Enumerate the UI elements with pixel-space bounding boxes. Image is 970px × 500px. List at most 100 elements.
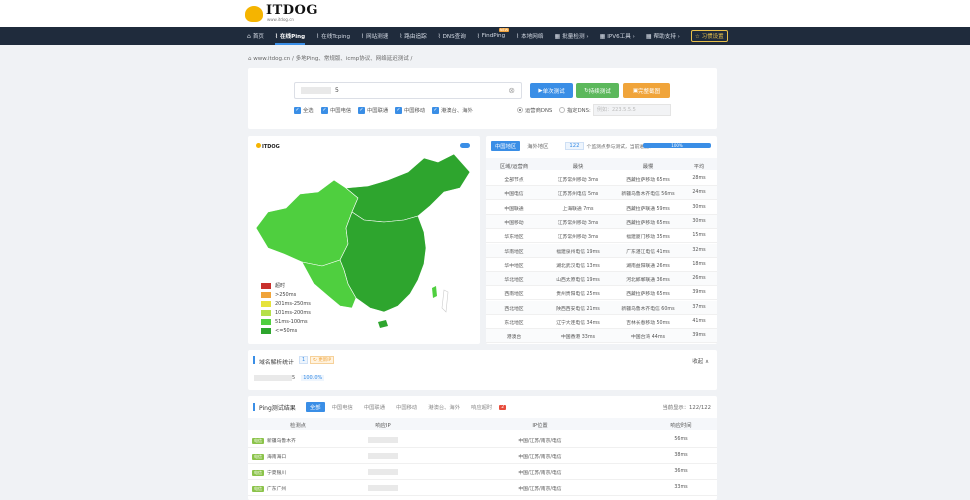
radio-icon: [559, 107, 565, 113]
legend-swatch: [261, 300, 271, 307]
table-cell: 辽宁大连电信 34ms: [556, 321, 600, 326]
dns-operator-radio[interactable]: 运营商DNS: [517, 106, 552, 114]
filter-label: 港澳台、海外: [441, 108, 473, 114]
ping-row: 电信 新疆乌鲁木齐 中国/江苏/南京/电信 56ms: [248, 432, 717, 448]
grid-icon: ▦: [599, 32, 606, 40]
filter-checkbox-1[interactable]: ✓ 中国电信: [321, 106, 351, 114]
table-cell: 西藏拉萨联通 59ms: [626, 206, 670, 212]
table-row: 华北地区 山西太原电信 19ms 河北邯郸联通 36ms 26ms: [486, 272, 717, 287]
col-time: 响应时间: [670, 423, 692, 429]
node-name: 宁夏银川: [267, 471, 287, 476]
resolve-count: 1: [299, 356, 309, 364]
ping-tab-5[interactable]: 响应超时: [467, 402, 496, 412]
table-cell: 江苏常州移动 3ms: [557, 220, 599, 226]
nav-item-1[interactable]: ⌇ 在线Ping: [275, 32, 306, 45]
nav-item-5[interactable]: ⌇ DNS查询: [438, 32, 466, 41]
pulse-icon: ⌇: [316, 32, 320, 40]
table-cell: 新疆乌鲁木齐电信 60ms: [621, 306, 675, 312]
tab-overseas[interactable]: 海外地区: [523, 141, 552, 151]
new-badge: NEW: [498, 27, 510, 32]
single-test-button[interactable]: ▶ 单次测试: [530, 83, 573, 98]
collapse-button[interactable]: 收起 ∧: [692, 357, 709, 365]
logo-title: ITDOG: [266, 3, 318, 18]
target-input[interactable]: 5 ⊗: [294, 82, 522, 99]
legend-label: 超时: [275, 283, 286, 289]
ping-tab-2[interactable]: 中国联通: [360, 402, 389, 412]
table-cell: 湖南益阳联通 26ms: [626, 263, 670, 269]
nav-label: DNS查询: [442, 34, 466, 40]
ping-table-header: 检测点 响应IP IP位置 响应时间: [248, 418, 717, 430]
filter-checkbox-0[interactable]: ✓ 全选: [294, 106, 314, 114]
timeout-badge: 2: [499, 404, 507, 410]
table-cell: 中国电信: [504, 192, 524, 198]
legend-item: >250ms: [261, 290, 311, 299]
table-cell: 39ms: [692, 333, 706, 339]
site-logo[interactable]: ITDOG www.itdog.cn: [245, 3, 318, 22]
redacted-ip: [368, 485, 398, 491]
dns-custom-radio[interactable]: 指定DNS:: [559, 106, 591, 114]
dns-input[interactable]: 例如：223.5.5.5: [593, 104, 671, 116]
screenshot-button[interactable]: ▣ 完整截图: [623, 83, 670, 98]
redacted-host: [301, 87, 331, 94]
legend-swatch: [261, 291, 271, 298]
nav-item-2[interactable]: ⌇ 在线Tcping: [316, 32, 350, 41]
nav-item-7[interactable]: ⌇ 本地网络: [516, 32, 543, 41]
map-west-region: [255, 179, 359, 267]
legend-swatch: [261, 318, 271, 325]
col-location: IP位置: [532, 423, 548, 429]
ping-tab-0[interactable]: 全部: [306, 402, 325, 412]
ping-tab-1[interactable]: 中国电信: [328, 402, 357, 412]
table-row: 华东地区 江苏常州移动 3ms 福建厦门移动 35ms 15ms: [486, 229, 717, 244]
table-cell: 华北地区: [504, 278, 524, 284]
filter-label: 中国电信: [330, 108, 352, 114]
redacted-ip: [368, 453, 398, 459]
pulse-icon: ⌇: [361, 32, 364, 40]
table-cell: 江苏常州移动 3ms: [557, 178, 599, 183]
isp-tag: 电信: [252, 438, 264, 444]
response-time: 33ms: [674, 485, 688, 490]
table-cell: 河北邯郸联通 36ms: [626, 278, 670, 284]
table-cell: 28ms: [692, 176, 706, 181]
map-hainan-region: [378, 320, 388, 328]
filter-checkbox-2[interactable]: ✓ 中国联通: [358, 106, 388, 114]
nav-item-4[interactable]: ⌇ 路由追踪: [399, 32, 427, 41]
nav-label: 路由追踪: [404, 34, 427, 40]
tab-china[interactable]: 中国地区: [491, 141, 521, 151]
update-ip-button[interactable]: ↻ 更新IP: [310, 356, 335, 364]
table-cell: 湖北武汉电信 13ms: [556, 263, 600, 269]
checkbox-icon: ✓: [358, 106, 365, 114]
nav-item-10[interactable]: ▦ 帮助支持 ›: [646, 32, 680, 41]
ping-row: 电信 宁夏银川 中国/江苏/南京/电信 36ms: [248, 464, 717, 480]
nav-item-0[interactable]: ⌂ 首页: [247, 32, 265, 41]
filter-checkbox-3[interactable]: ✓ 中国移动: [395, 106, 425, 114]
nav-item-3[interactable]: ⌇ 网站测速: [361, 32, 389, 41]
filter-checkbox-4[interactable]: ✓ 港澳台、海外: [432, 106, 473, 114]
filter-label: 中国联通: [367, 108, 389, 114]
legend-label: 201ms-250ms: [275, 300, 311, 307]
legend-swatch: [261, 327, 271, 334]
nav-item-6[interactable]: ⌇ FindPing NEW: [477, 27, 510, 40]
table-row: 西北地区 陕西西安电信 21ms 新疆乌鲁木齐电信 60ms 37ms: [486, 300, 717, 315]
table-cell: 福建泉州电信 19ms: [556, 249, 600, 255]
ip-location: 中国/江苏/南京/电信: [518, 439, 562, 444]
nav-item-8[interactable]: ▦ 批量检测 ›: [555, 32, 589, 41]
nav-label: 网站测速: [365, 34, 389, 40]
display-count: 当前显示：122/122: [662, 405, 712, 411]
redacted-ip: [368, 437, 398, 443]
legend-item: 101ms-200ms: [261, 308, 311, 317]
ping-tab-4[interactable]: 港澳台、海外: [424, 402, 464, 412]
nav-label: 首页: [252, 34, 265, 40]
ping-node: 电信 新疆乌鲁木齐: [252, 437, 296, 444]
table-cell: 新疆乌鲁木齐电信 56ms: [621, 192, 675, 198]
table-cell: 32ms: [692, 247, 706, 253]
resolved-ip-suffix: 5: [292, 375, 296, 381]
ping-tab-3[interactable]: 中国移动: [392, 402, 421, 412]
settings-button[interactable]: ☆ 习惯设置: [690, 30, 728, 42]
nav-label: 批量检测 ›: [562, 34, 589, 40]
table-cell: 西藏拉萨移动 65ms: [626, 220, 670, 226]
nav-item-9[interactable]: ▦ IPV6工具 ›: [599, 32, 635, 41]
clear-icon[interactable]: ⊗: [508, 83, 515, 98]
continuous-test-button[interactable]: ↻ 持续测试: [576, 83, 619, 98]
table-cell: 山西太原电信 19ms: [556, 278, 600, 284]
screenshot-label: 完整截图: [638, 88, 661, 95]
